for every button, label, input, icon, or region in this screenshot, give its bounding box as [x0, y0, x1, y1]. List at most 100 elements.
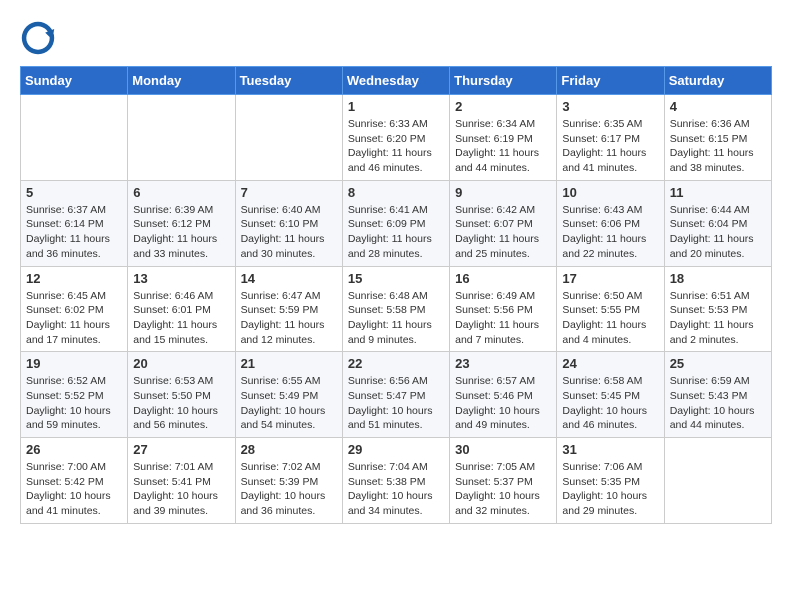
day-number: 22: [348, 356, 444, 371]
calendar-cell: 25 Sunrise: 6:59 AMSunset: 5:43 PMDayligh…: [664, 352, 771, 438]
calendar-cell: 3 Sunrise: 6:35 AMSunset: 6:17 PMDaylight…: [557, 95, 664, 181]
day-number: 9: [455, 185, 551, 200]
calendar-header-tuesday: Tuesday: [235, 67, 342, 95]
calendar-cell: 7Sunrise: 6:40 AMSunset: 6:10 PMDaylight…: [235, 180, 342, 266]
calendar-cell: 2Sunrise: 6:34 AMSunset: 6:19 PMDaylight…: [450, 95, 557, 181]
calendar-cell: 13Sunrise: 6:46 AMSunset: 6:01 PMDayligh…: [128, 266, 235, 352]
calendar-cell: 5 Sunrise: 6:37 AMSunset: 6:14 PMDaylight…: [21, 180, 128, 266]
day-number: 13: [133, 271, 229, 286]
calendar-cell: 9 Sunrise: 6:42 AMSunset: 6:07 PMDaylight…: [450, 180, 557, 266]
calendar-header-wednesday: Wednesday: [342, 67, 449, 95]
day-info: Sunrise: 6:50 AMSunset: 5:55 PMDaylight:…: [562, 289, 658, 348]
day-info: Sunrise: 6:47 AMSunset: 5:59 PMDaylight:…: [241, 289, 337, 348]
calendar-table: SundayMondayTuesdayWednesdayThursdayFrid…: [20, 66, 772, 524]
day-number: 3: [562, 99, 658, 114]
calendar-header-saturday: Saturday: [664, 67, 771, 95]
day-number: 28: [241, 442, 337, 457]
calendar-cell: 11 Sunrise: 6:44 AMSunset: 6:04 PMDayligh…: [664, 180, 771, 266]
day-info: Sunrise: 6:59 AMSunset: 5:43 PMDaylight:…: [670, 374, 766, 433]
calendar-cell: 18 Sunrise: 6:51 AMSunset: 5:53 PMDayligh…: [664, 266, 771, 352]
day-number: 8: [348, 185, 444, 200]
calendar-cell: 19 Sunrise: 6:52 AMSunset: 5:52 PMDayligh…: [21, 352, 128, 438]
day-info: Sunrise: 7:06 AMSunset: 5:35 PMDaylight:…: [562, 460, 658, 519]
calendar-week-row: 12 Sunrise: 6:45 AMSunset: 6:02 PMDayligh…: [21, 266, 772, 352]
calendar-cell: 30Sunrise: 7:05 AMSunset: 5:37 PMDayligh…: [450, 438, 557, 524]
day-number: 18: [670, 271, 766, 286]
day-number: 15: [348, 271, 444, 286]
calendar-cell: 24 Sunrise: 6:58 AMSunset: 5:45 PMDayligh…: [557, 352, 664, 438]
day-info: Sunrise: 6:45 AMSunset: 6:02 PMDaylight:…: [26, 289, 122, 348]
day-info: Sunrise: 6:35 AMSunset: 6:17 PMDaylight:…: [562, 117, 658, 176]
day-number: 21: [241, 356, 337, 371]
calendar-cell: 10Sunrise: 6:43 AMSunset: 6:06 PMDayligh…: [557, 180, 664, 266]
calendar-cell: 29 Sunrise: 7:04 AMSunset: 5:38 PMDayligh…: [342, 438, 449, 524]
calendar-cell: 23 Sunrise: 6:57 AMSunset: 5:46 PMDayligh…: [450, 352, 557, 438]
calendar-cell: 27 Sunrise: 7:01 AMSunset: 5:41 PMDayligh…: [128, 438, 235, 524]
day-info: Sunrise: 6:36 AMSunset: 6:15 PMDaylight:…: [670, 117, 766, 176]
calendar-week-row: 5 Sunrise: 6:37 AMSunset: 6:14 PMDaylight…: [21, 180, 772, 266]
calendar-header-friday: Friday: [557, 67, 664, 95]
day-info: Sunrise: 6:41 AMSunset: 6:09 PMDaylight:…: [348, 203, 444, 262]
day-number: 5: [26, 185, 122, 200]
calendar-header-monday: Monday: [128, 67, 235, 95]
calendar-week-row: 1 Sunrise: 6:33 AMSunset: 6:20 PMDaylight…: [21, 95, 772, 181]
calendar-cell: 4 Sunrise: 6:36 AMSunset: 6:15 PMDaylight…: [664, 95, 771, 181]
day-info: Sunrise: 6:52 AMSunset: 5:52 PMDaylight:…: [26, 374, 122, 433]
day-info: Sunrise: 6:39 AMSunset: 6:12 PMDaylight:…: [133, 203, 229, 262]
calendar-cell: 12 Sunrise: 6:45 AMSunset: 6:02 PMDayligh…: [21, 266, 128, 352]
calendar-header-row: SundayMondayTuesdayWednesdayThursdayFrid…: [21, 67, 772, 95]
calendar-cell: 21 Sunrise: 6:55 AMSunset: 5:49 PMDayligh…: [235, 352, 342, 438]
day-info: Sunrise: 6:57 AMSunset: 5:46 PMDaylight:…: [455, 374, 551, 433]
logo-icon: [20, 20, 56, 56]
day-info: Sunrise: 6:42 AMSunset: 6:07 PMDaylight:…: [455, 203, 551, 262]
day-info: Sunrise: 7:02 AMSunset: 5:39 PMDaylight:…: [241, 460, 337, 519]
page-header: [20, 20, 772, 56]
day-info: Sunrise: 6:37 AMSunset: 6:14 PMDaylight:…: [26, 203, 122, 262]
day-number: 31: [562, 442, 658, 457]
day-info: Sunrise: 7:01 AMSunset: 5:41 PMDaylight:…: [133, 460, 229, 519]
calendar-cell: 16Sunrise: 6:49 AMSunset: 5:56 PMDayligh…: [450, 266, 557, 352]
day-number: 30: [455, 442, 551, 457]
day-info: Sunrise: 6:43 AMSunset: 6:06 PMDaylight:…: [562, 203, 658, 262]
day-number: 11: [670, 185, 766, 200]
day-info: Sunrise: 6:51 AMSunset: 5:53 PMDaylight:…: [670, 289, 766, 348]
day-number: 2: [455, 99, 551, 114]
calendar-cell: 8 Sunrise: 6:41 AMSunset: 6:09 PMDaylight…: [342, 180, 449, 266]
day-number: 25: [670, 356, 766, 371]
calendar-cell: 1 Sunrise: 6:33 AMSunset: 6:20 PMDaylight…: [342, 95, 449, 181]
day-number: 6: [133, 185, 229, 200]
calendar-cell: 6 Sunrise: 6:39 AMSunset: 6:12 PMDaylight…: [128, 180, 235, 266]
day-number: 12: [26, 271, 122, 286]
calendar-cell: 26Sunrise: 7:00 AMSunset: 5:42 PMDayligh…: [21, 438, 128, 524]
calendar-cell: [21, 95, 128, 181]
day-number: 26: [26, 442, 122, 457]
day-number: 7: [241, 185, 337, 200]
calendar-header-sunday: Sunday: [21, 67, 128, 95]
day-number: 16: [455, 271, 551, 286]
day-number: 1: [348, 99, 444, 114]
day-info: Sunrise: 6:53 AMSunset: 5:50 PMDaylight:…: [133, 374, 229, 433]
calendar-cell: [664, 438, 771, 524]
calendar-cell: 28 Sunrise: 7:02 AMSunset: 5:39 PMDayligh…: [235, 438, 342, 524]
day-number: 23: [455, 356, 551, 371]
day-number: 17: [562, 271, 658, 286]
day-info: Sunrise: 6:55 AMSunset: 5:49 PMDaylight:…: [241, 374, 337, 433]
calendar-week-row: 26Sunrise: 7:00 AMSunset: 5:42 PMDayligh…: [21, 438, 772, 524]
calendar-week-row: 19 Sunrise: 6:52 AMSunset: 5:52 PMDayligh…: [21, 352, 772, 438]
day-number: 19: [26, 356, 122, 371]
day-number: 14: [241, 271, 337, 286]
logo: [20, 20, 60, 56]
day-info: Sunrise: 6:58 AMSunset: 5:45 PMDaylight:…: [562, 374, 658, 433]
day-info: Sunrise: 6:56 AMSunset: 5:47 PMDaylight:…: [348, 374, 444, 433]
day-number: 4: [670, 99, 766, 114]
day-number: 24: [562, 356, 658, 371]
calendar-cell: 22 Sunrise: 6:56 AMSunset: 5:47 PMDayligh…: [342, 352, 449, 438]
calendar-header-thursday: Thursday: [450, 67, 557, 95]
calendar-cell: 17 Sunrise: 6:50 AMSunset: 5:55 PMDayligh…: [557, 266, 664, 352]
day-number: 29: [348, 442, 444, 457]
day-info: Sunrise: 6:33 AMSunset: 6:20 PMDaylight:…: [348, 117, 444, 176]
day-number: 27: [133, 442, 229, 457]
day-number: 20: [133, 356, 229, 371]
day-info: Sunrise: 6:44 AMSunset: 6:04 PMDaylight:…: [670, 203, 766, 262]
day-info: Sunrise: 7:04 AMSunset: 5:38 PMDaylight:…: [348, 460, 444, 519]
